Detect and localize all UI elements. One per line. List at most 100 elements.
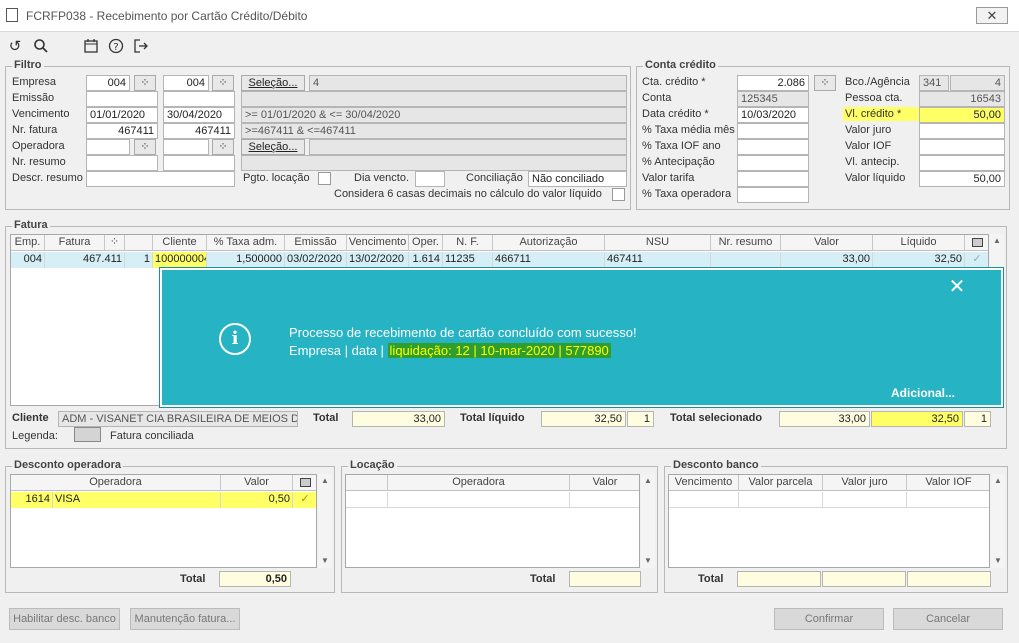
- valor-juro-input[interactable]: [919, 123, 1005, 139]
- habilitar-desc-banco-button[interactable]: Habilitar desc. banco: [9, 608, 120, 630]
- exit-icon[interactable]: [130, 35, 152, 57]
- search-icon[interactable]: [30, 35, 52, 57]
- col-emp[interactable]: Emp.: [11, 235, 45, 251]
- locacao-scrollbar[interactable]: ▲ ▼: [641, 474, 655, 568]
- col-blank[interactable]: [125, 235, 153, 251]
- col-valor-juro[interactable]: Valor juro: [823, 475, 907, 491]
- col-parcela[interactable]: ⁘: [105, 235, 125, 251]
- table-row[interactable]: 1614 VISA 0,50 ✓: [11, 492, 316, 508]
- row-select-checkbox[interactable]: ✓: [293, 492, 316, 508]
- cta-credito-input[interactable]: 2.086: [737, 75, 809, 91]
- undo-icon[interactable]: ↺: [4, 35, 26, 57]
- emissao-to-input[interactable]: [163, 91, 235, 107]
- cancelar-button[interactable]: Cancelar: [893, 608, 1003, 630]
- emissao-from-input[interactable]: [86, 91, 158, 107]
- dia-vencto-input[interactable]: [415, 171, 445, 187]
- fatura-legend: Fatura: [12, 219, 50, 231]
- col-cliente[interactable]: Cliente: [153, 235, 207, 251]
- close-window-button[interactable]: ✕: [976, 7, 1008, 24]
- locacao-grid[interactable]: Operadora Valor: [345, 474, 640, 568]
- col-operadora[interactable]: Operadora: [11, 475, 221, 491]
- bco-agencia-label: Bco./Agência: [845, 76, 910, 88]
- col-nr-resumo[interactable]: Nr. resumo: [711, 235, 781, 251]
- col-select-all[interactable]: [965, 235, 988, 251]
- close-notification-button[interactable]: ✕: [945, 276, 969, 300]
- vencimento-label: Vencimento: [12, 108, 70, 120]
- desconto-banco-scrollbar[interactable]: ▲ ▼: [991, 474, 1005, 568]
- desconto-operadora-grid[interactable]: Operadora Valor 1614 VISA 0,50 ✓: [10, 474, 317, 568]
- vencimento-from-input[interactable]: 01/01/2020: [86, 107, 158, 123]
- valor-iof-input[interactable]: [919, 139, 1005, 155]
- row-oper: 1.614: [409, 252, 443, 268]
- scroll-up-icon[interactable]: ▲: [318, 476, 332, 488]
- data-credito-input[interactable]: 10/03/2020: [737, 107, 809, 123]
- select-all-icon[interactable]: [971, 238, 983, 247]
- table-row[interactable]: [669, 492, 989, 508]
- confirmar-button[interactable]: Confirmar: [774, 608, 884, 630]
- table-row[interactable]: [346, 492, 639, 508]
- pgto-locacao-checkbox[interactable]: [318, 172, 331, 185]
- empresa-selecao-button[interactable]: Seleção...: [241, 75, 305, 91]
- col-nsu[interactable]: NSU: [605, 235, 711, 251]
- scroll-up-icon[interactable]: ▲: [641, 476, 655, 488]
- scroll-down-icon[interactable]: ▼: [641, 556, 655, 568]
- manutencao-fatura-button[interactable]: Manutenção fatura...: [130, 608, 240, 630]
- nr-resumo-to-input[interactable]: [163, 155, 235, 171]
- col-taxa-adm[interactable]: % Taxa adm.: [207, 235, 285, 251]
- col-valor[interactable]: Valor: [221, 475, 293, 491]
- taxa-media-input[interactable]: [737, 123, 809, 139]
- operadora-to-input[interactable]: [163, 139, 209, 155]
- operadora-selecao-button[interactable]: Seleção...: [241, 139, 305, 155]
- col-vencimento[interactable]: Vencimento: [669, 475, 739, 491]
- operadora-from-lookup-button[interactable]: ⁘: [134, 139, 156, 155]
- row-select-checkbox[interactable]: ✓: [965, 252, 988, 268]
- descr-resumo-input[interactable]: [86, 171, 235, 187]
- col-valor[interactable]: Valor: [781, 235, 873, 251]
- conciliacao-select[interactable]: Não conciliado: [528, 171, 627, 187]
- vl-antecip-input[interactable]: [919, 155, 1005, 171]
- col-autorizacao[interactable]: Autorização: [493, 235, 605, 251]
- col-valor[interactable]: Valor: [570, 475, 639, 491]
- emissao-label: Emissão: [12, 92, 55, 104]
- table-row[interactable]: 004 467.411 1 100000004 1,500000 03/02/2…: [11, 252, 988, 268]
- adicional-link[interactable]: Adicional...: [891, 386, 955, 400]
- desconto-operadora-scrollbar[interactable]: ▲ ▼: [318, 474, 332, 568]
- col-blank[interactable]: [346, 475, 388, 491]
- nr-fatura-from-input[interactable]: 467411: [86, 123, 158, 139]
- col-select-all[interactable]: [293, 475, 316, 491]
- col-oper[interactable]: Oper.: [409, 235, 443, 251]
- col-nf[interactable]: N. F.: [443, 235, 493, 251]
- scroll-up-icon[interactable]: ▲: [990, 236, 1004, 248]
- scroll-down-icon[interactable]: ▼: [991, 556, 1005, 568]
- col-valor-iof[interactable]: Valor IOF: [907, 475, 989, 491]
- taxa-iof-input[interactable]: [737, 139, 809, 155]
- nr-fatura-to-input[interactable]: 467411: [163, 123, 235, 139]
- operadora-from-input[interactable]: [86, 139, 130, 155]
- cta-credito-lookup-button[interactable]: ⁘: [814, 75, 836, 91]
- col-liquido[interactable]: Líquido: [873, 235, 965, 251]
- empresa-from-input[interactable]: 004: [86, 75, 130, 91]
- decimais-checkbox[interactable]: [612, 188, 625, 201]
- antecipacao-input[interactable]: [737, 155, 809, 171]
- valor-liquido-input[interactable]: 50,00: [919, 171, 1005, 187]
- col-valor-parcela[interactable]: Valor parcela: [739, 475, 823, 491]
- desconto-banco-grid[interactable]: Vencimento Valor parcela Valor juro Valo…: [668, 474, 990, 568]
- vl-credito-input[interactable]: 50,00: [919, 107, 1005, 123]
- col-operadora[interactable]: Operadora: [388, 475, 570, 491]
- col-vencimento[interactable]: Vencimento: [347, 235, 409, 251]
- calendar-icon[interactable]: [80, 35, 102, 57]
- empresa-from-lookup-button[interactable]: ⁘: [134, 75, 156, 91]
- select-all-icon[interactable]: [299, 478, 311, 487]
- empresa-to-input[interactable]: 004: [163, 75, 209, 91]
- scroll-down-icon[interactable]: ▼: [318, 556, 332, 568]
- vencimento-to-input[interactable]: 30/04/2020: [163, 107, 235, 123]
- valor-tarifa-input[interactable]: [737, 171, 809, 187]
- operadora-to-lookup-button[interactable]: ⁘: [212, 139, 234, 155]
- col-emissao[interactable]: Emissão: [285, 235, 347, 251]
- help-icon[interactable]: ?: [105, 35, 127, 57]
- nr-resumo-from-input[interactable]: [86, 155, 158, 171]
- scroll-up-icon[interactable]: ▲: [991, 476, 1005, 488]
- col-fatura[interactable]: Fatura: [45, 235, 105, 251]
- taxa-operadora-input[interactable]: [737, 187, 809, 203]
- empresa-to-lookup-button[interactable]: ⁘: [212, 75, 234, 91]
